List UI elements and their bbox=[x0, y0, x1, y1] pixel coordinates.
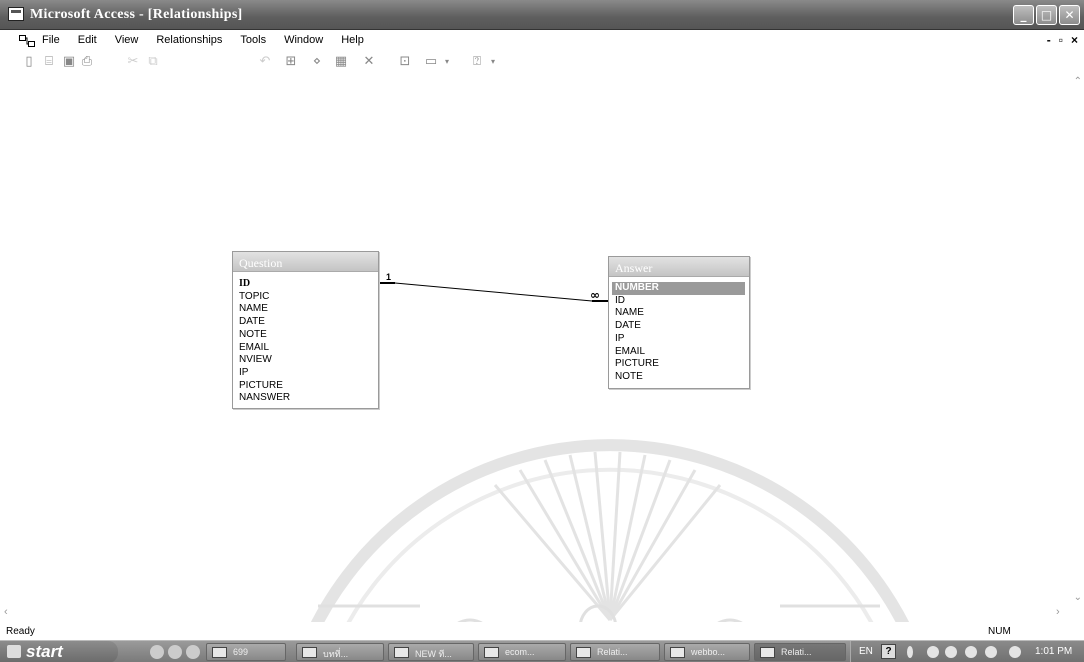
task-relationships-active[interactable]: Relati... bbox=[754, 643, 846, 661]
desktop-icon[interactable] bbox=[186, 645, 200, 659]
tray-info-icon[interactable] bbox=[907, 646, 913, 658]
word-doc-icon bbox=[302, 647, 317, 658]
task-label: บทที่... bbox=[323, 649, 349, 659]
browser-icon[interactable] bbox=[150, 645, 164, 659]
field-item[interactable]: IP bbox=[233, 367, 378, 380]
field-item[interactable]: NANSWER bbox=[233, 392, 378, 405]
task-label: Relati... bbox=[781, 647, 812, 657]
field-item[interactable]: ID bbox=[609, 295, 749, 308]
clock: 1:01 PM bbox=[1035, 646, 1073, 657]
start-label: start bbox=[26, 642, 63, 661]
field-item[interactable]: TOPIC bbox=[233, 291, 378, 304]
field-item[interactable]: NAME bbox=[609, 307, 749, 320]
field-item[interactable]: DATE bbox=[233, 316, 378, 329]
task-access-2[interactable]: webbo... bbox=[664, 643, 750, 661]
field-item[interactable]: EMAIL bbox=[609, 346, 749, 359]
field-item[interactable]: PICTURE bbox=[609, 358, 749, 371]
word-doc-icon bbox=[394, 647, 409, 658]
field-item[interactable]: DATE bbox=[609, 320, 749, 333]
many-side-label: ∞ bbox=[590, 288, 600, 302]
field-item[interactable]: PICTURE bbox=[233, 380, 378, 393]
database-icon bbox=[670, 647, 685, 658]
status-bar: Ready NUM bbox=[0, 622, 1084, 640]
task-word-2[interactable]: NEW ที... bbox=[388, 643, 474, 661]
field-item[interactable]: NAME bbox=[233, 303, 378, 316]
one-side-label: 1 bbox=[386, 272, 391, 282]
tray-sync-icon[interactable] bbox=[985, 646, 997, 658]
task-relationships-1[interactable]: Relati... bbox=[570, 643, 660, 661]
taskbar: start 699 บทที่... NEW ที... ecom... Rel… bbox=[0, 640, 1084, 662]
field-item-selected[interactable]: NUMBER bbox=[612, 282, 745, 295]
num-lock-indicator: NUM bbox=[988, 626, 1011, 637]
tray-volume-icon[interactable] bbox=[1009, 646, 1021, 658]
tray-help-icon[interactable]: ? bbox=[881, 644, 896, 659]
tray-security-icon[interactable] bbox=[945, 646, 957, 658]
relationships-icon bbox=[576, 647, 591, 658]
field-item[interactable]: NOTE bbox=[233, 329, 378, 342]
field-item[interactable]: ID bbox=[233, 278, 378, 291]
relationship-line[interactable] bbox=[394, 282, 593, 302]
database-icon bbox=[484, 647, 499, 658]
task-label: ecom... bbox=[505, 647, 535, 657]
question-table[interactable]: Question ID TOPIC NAME DATE NOTE EMAIL N… bbox=[232, 251, 379, 409]
task-folder[interactable]: 699 bbox=[206, 643, 286, 661]
answer-table[interactable]: Answer NUMBER ID NAME DATE IP EMAIL PICT… bbox=[608, 256, 750, 389]
task-label: 699 bbox=[233, 647, 249, 657]
relationships-icon bbox=[760, 647, 775, 658]
field-item[interactable]: EMAIL bbox=[233, 342, 378, 355]
tray-network-icon[interactable] bbox=[927, 646, 939, 658]
task-word-1[interactable]: บทที่... bbox=[296, 643, 384, 661]
relationship-diagram: 1 ∞ bbox=[379, 272, 609, 302]
question-table-title[interactable]: Question bbox=[233, 252, 378, 272]
field-item[interactable]: NOTE bbox=[609, 371, 749, 384]
answer-table-title[interactable]: Answer bbox=[609, 257, 749, 277]
status-text: Ready bbox=[6, 626, 35, 637]
media-icon[interactable] bbox=[168, 645, 182, 659]
task-label: webbo... bbox=[691, 647, 726, 657]
language-indicator[interactable]: EN bbox=[859, 646, 873, 657]
tray-app-icon[interactable] bbox=[965, 646, 977, 658]
field-item[interactable]: IP bbox=[609, 333, 749, 346]
field-item[interactable]: NVIEW bbox=[233, 354, 378, 367]
start-button[interactable]: start bbox=[0, 641, 118, 662]
system-tray: EN ? 1:01 PM bbox=[850, 641, 1084, 662]
task-access-1[interactable]: ecom... bbox=[478, 643, 566, 661]
task-label: Relati... bbox=[597, 647, 628, 657]
task-label: NEW ที... bbox=[415, 649, 452, 659]
folder-icon bbox=[212, 647, 227, 658]
windows-flag-icon bbox=[7, 645, 21, 658]
